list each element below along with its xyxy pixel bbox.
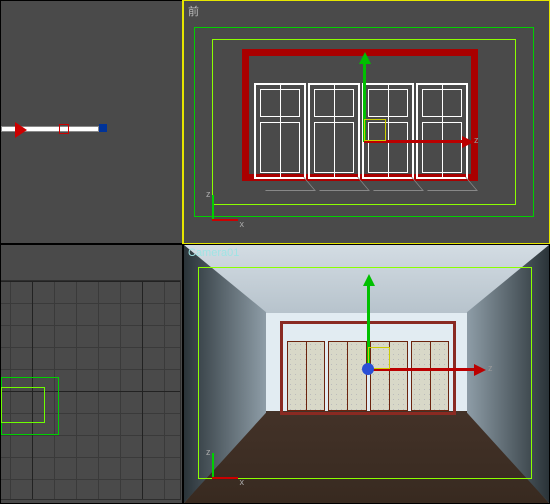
door-panel [287,341,325,411]
door-panel [328,341,366,411]
gizmo-z-label: z [474,135,479,145]
gizmo-center-icon[interactable] [362,363,374,375]
viewport-label-front: 前 [188,3,199,19]
axis-label-x: x [240,477,245,487]
door-panel [308,83,360,179]
door-panels[interactable] [254,83,468,179]
move-gizmo[interactable]: z [364,141,365,142]
gizmo-z-label: z [488,363,493,373]
axis-label-x: x [240,219,245,229]
door-panel [254,83,306,179]
axis-label-z: z [206,447,211,457]
selection-box-inner [1,387,45,423]
viewport-front[interactable]: 前 z z x [183,0,550,244]
gizmo-plane-handle-icon[interactable] [364,119,386,141]
door-panel [416,83,468,179]
viewport-left[interactable] [0,244,183,504]
axis-tripod-icon: z x [198,189,244,235]
camera-gizmo-icon[interactable] [1,116,121,144]
axis-label-z: z [206,189,211,199]
viewport-camera[interactable]: Camera01 z z [183,244,550,504]
viewport-label-camera: Camera01 [188,247,239,259]
axis-tripod-icon: z x [198,447,244,493]
viewport-top[interactable] [0,0,183,244]
door-panel [411,341,449,411]
move-gizmo-camera[interactable]: z [368,369,369,370]
